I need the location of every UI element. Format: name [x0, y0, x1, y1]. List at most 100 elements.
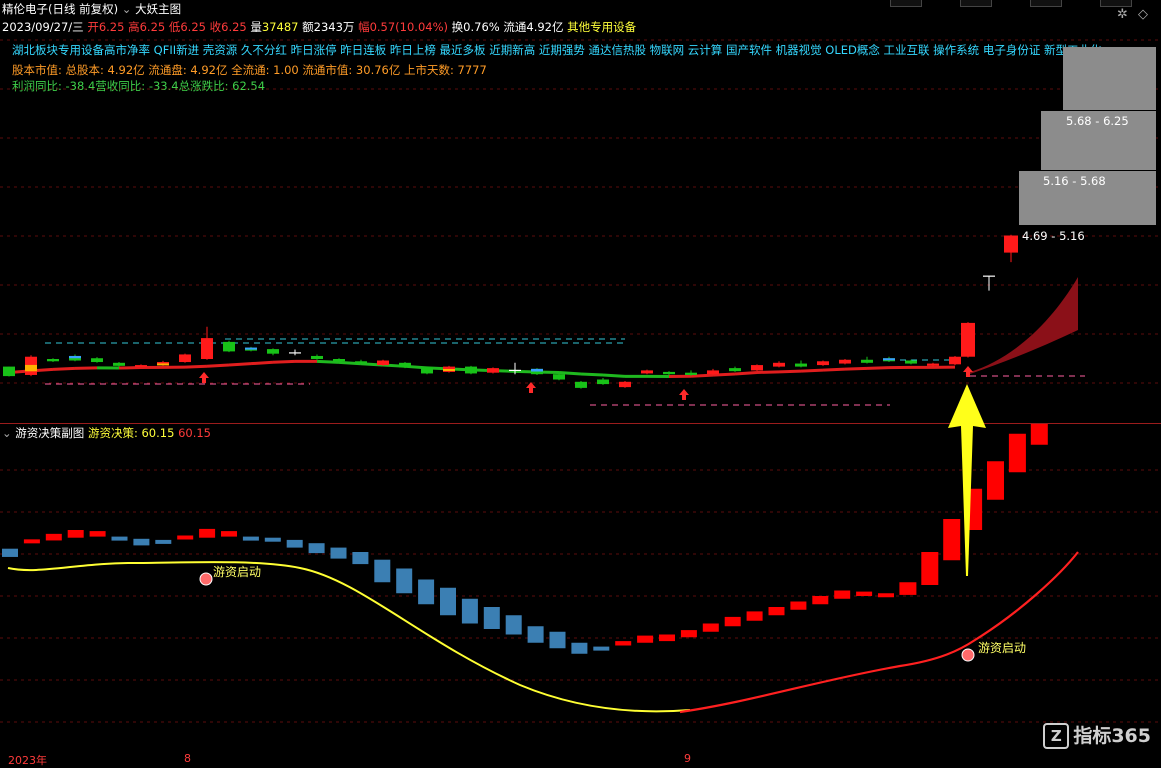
- candle-body: [421, 367, 433, 373]
- candle-body: [861, 360, 873, 363]
- candle-body: [597, 380, 609, 385]
- ma-segment: [845, 368, 867, 369]
- forecast-band: [970, 277, 1078, 374]
- candle-highlight: [25, 365, 37, 371]
- ma-segment: [867, 368, 889, 369]
- ma-segment: [603, 375, 625, 376]
- decision-bar: [112, 537, 128, 541]
- x-axis-month-label: 8: [184, 752, 191, 765]
- candle-body: [729, 368, 741, 371]
- ma-segment: [317, 361, 339, 362]
- target-box-label: 4.69 - 5.16: [1022, 229, 1085, 243]
- decision-bar: [462, 599, 478, 624]
- ma-segment: [581, 374, 603, 375]
- decision-bar: [331, 548, 347, 559]
- decision-bar: [637, 636, 653, 643]
- decision-bar: [747, 611, 763, 620]
- decision-bar: [68, 530, 84, 538]
- ma-segment: [735, 372, 757, 374]
- candle-body: [465, 367, 477, 374]
- yellow-trend-line: [8, 562, 690, 711]
- signal-label: 游资启动: [213, 565, 261, 579]
- candlestick-chart[interactable]: 5.68 - 6.25 5.16 - 5.68 4.69 - 5.16: [0, 0, 1161, 424]
- watermark-brand: 指标365: [1073, 725, 1151, 747]
- decision-bar: [155, 540, 171, 544]
- x-axis-month-label: 9: [684, 752, 691, 765]
- ma-segment: [229, 364, 251, 365]
- decision-bar: [834, 591, 850, 599]
- candle-highlight: [157, 363, 169, 365]
- candle-body: [113, 363, 125, 366]
- decision-bar: [1009, 434, 1026, 473]
- candle-body: [773, 363, 785, 367]
- decision-bar: [506, 615, 522, 634]
- z-logo-icon: Z: [1043, 723, 1069, 749]
- decision-bar: [46, 534, 62, 541]
- candle-body: [1004, 236, 1018, 253]
- decision-bars: [2, 424, 1070, 654]
- candle-body: [399, 363, 411, 368]
- decision-bar: [221, 531, 237, 537]
- candle-body: [377, 361, 389, 366]
- buy-arrow-icon: [963, 366, 973, 377]
- ma-segment: [273, 361, 295, 362]
- candle-body: [201, 338, 213, 359]
- ma-segment: [757, 372, 779, 373]
- decision-bar: [352, 552, 368, 564]
- candle-body: [223, 342, 235, 352]
- candle-body: [487, 368, 499, 373]
- buy-arrow-icon: [526, 382, 536, 393]
- candle-body: [751, 365, 763, 370]
- candle-body: [817, 361, 829, 365]
- buy-arrow-icon: [679, 389, 689, 400]
- candles: [3, 235, 1018, 389]
- candle-highlight: [443, 369, 455, 371]
- decision-bar: [812, 596, 828, 604]
- ma-segment: [119, 368, 141, 369]
- candle-highlight: [245, 348, 257, 350]
- candle-body: [927, 364, 939, 366]
- candle-body: [795, 364, 807, 367]
- candle-body: [135, 365, 147, 367]
- decision-bar: [177, 536, 193, 540]
- candle-body: [3, 367, 15, 377]
- signal-label: 游资启动: [978, 641, 1026, 655]
- signal-dot-icon: [962, 649, 974, 661]
- candle-highlight: [69, 356, 81, 358]
- target-box: [1063, 47, 1156, 110]
- candle-body: [707, 370, 719, 374]
- buy-arrow-icon: [199, 372, 209, 383]
- candle-body: [47, 359, 59, 361]
- big-up-arrow-icon: [945, 380, 990, 580]
- decision-bar: [243, 537, 259, 541]
- decision-bar: [899, 582, 916, 595]
- candle-highlight: [531, 369, 543, 372]
- decision-bar: [1031, 424, 1048, 445]
- candle-body: [311, 356, 323, 359]
- ma-segment: [779, 371, 801, 372]
- decision-bar: [550, 632, 566, 649]
- decision-bar: [309, 543, 325, 553]
- decision-bar: [571, 643, 587, 654]
- decision-bar: [856, 592, 872, 596]
- signal-dot-icon: [200, 573, 212, 585]
- decision-bar: [287, 540, 303, 548]
- moving-average-line: [9, 361, 955, 376]
- decision-bar: [921, 552, 938, 585]
- candle-body: [949, 357, 961, 365]
- decision-bar: [265, 538, 281, 542]
- decision-bar: [133, 539, 149, 546]
- decision-bar: [681, 630, 697, 637]
- decision-bar: [440, 588, 456, 616]
- candle-body: [905, 361, 917, 364]
- decision-bar: [878, 593, 894, 597]
- decision-bar: [528, 626, 544, 643]
- candle-body: [961, 323, 975, 357]
- decision-bar: [593, 647, 609, 651]
- red-trend-line: [680, 552, 1078, 712]
- candle-body: [641, 370, 653, 373]
- watermark: Z指标365: [1043, 721, 1151, 750]
- ma-segment: [823, 369, 845, 370]
- decision-bar: [703, 624, 719, 632]
- candle-highlight: [883, 358, 895, 360]
